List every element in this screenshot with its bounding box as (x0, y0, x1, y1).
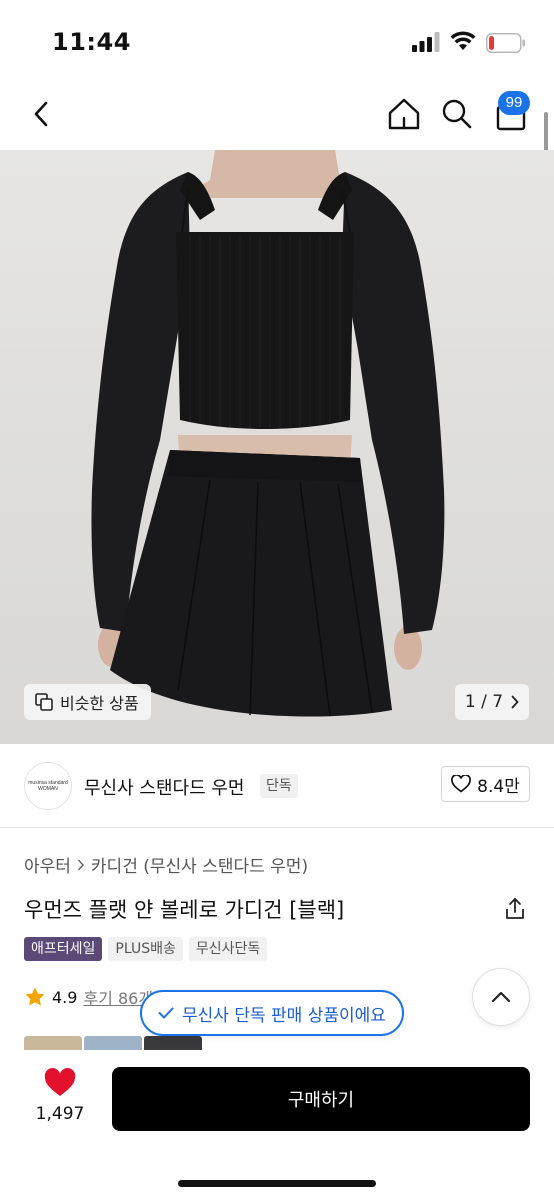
scroll-to-top-button[interactable] (472, 968, 530, 1026)
breadcrumb-item-outer[interactable]: 아우터 (24, 852, 71, 877)
breadcrumb-item-cardigan[interactable]: 카디건 (무신사 스탠다드 우먼) (91, 852, 308, 877)
chevron-left-icon[interactable] (26, 94, 60, 134)
search-icon[interactable] (438, 94, 476, 134)
chip-after-sale: 애프터세일 (24, 937, 103, 961)
cellular-signal-icon (412, 32, 440, 52)
rating-score: 4.9 (52, 987, 78, 1007)
breadcrumb: 아우터 카디건 (무신사 스탠다드 우먼) (24, 852, 308, 877)
checkmark-icon (158, 1007, 174, 1019)
brand-like-count: 8.4만 (477, 776, 520, 797)
exclusive-tag: 단독 (260, 774, 298, 798)
chevron-right-icon (511, 695, 519, 709)
chevron-up-icon (491, 991, 511, 1003)
review-thumbnail[interactable] (24, 1036, 82, 1050)
review-thumbnail[interactable] (84, 1036, 142, 1050)
similar-products-label: 비슷한 상품 (60, 694, 139, 713)
status-bar: 11:44 (0, 0, 554, 86)
review-thumbnail[interactable] (144, 1036, 202, 1050)
share-icon[interactable] (502, 896, 528, 922)
product-like-count: 1,497 (35, 1104, 85, 1124)
brand-name[interactable]: 무신사 스탠다드 우먼 (84, 774, 244, 800)
battery-low-icon (486, 33, 525, 53)
wifi-icon (450, 31, 476, 50)
brand-like-button[interactable]: 8.4만 (441, 766, 530, 802)
image-pager-button[interactable]: 1 / 7 (455, 684, 529, 720)
review-thumbnails (24, 1036, 202, 1050)
home-indicator (178, 1180, 376, 1187)
exclusive-toast-text: 무신사 단독 판매 상품이에요 (182, 1005, 386, 1026)
product-image-gallery[interactable]: 비슷한 상품 1 / 7 (0, 150, 554, 744)
product-title: 우먼즈 플랫 얀 볼레로 가디건 [블랙] (24, 898, 345, 922)
brand-row: musinsa standard WOMAN 무신사 스탠다드 우먼 단독 8.… (0, 744, 554, 828)
similar-products-button[interactable]: 비슷한 상품 (24, 684, 151, 720)
brand-logo[interactable]: musinsa standard WOMAN (24, 762, 72, 810)
image-pager-label: 1 / 7 (464, 692, 504, 712)
product-photo (91, 150, 445, 717)
exclusive-toast: 무신사 단독 판매 상품이에요 (140, 990, 404, 1036)
rating-row: 4.9 후기 86개 (24, 985, 153, 1009)
heart-filled-icon[interactable] (44, 1068, 76, 1098)
status-time: 11:44 (52, 28, 131, 56)
star-icon (25, 987, 45, 1006)
buy-button[interactable]: 구매하기 (112, 1067, 530, 1131)
chevron-right-icon (77, 858, 84, 871)
heart-outline-icon (451, 775, 472, 793)
chip-plus-delivery: PLUS배송 (108, 937, 183, 961)
chip-exclusive: 무신사단독 (188, 937, 268, 961)
product-chips: 애프터세일 PLUS배송 무신사단독 (24, 937, 268, 961)
copy-icon (35, 693, 53, 711)
cart-count-badge: 99 (498, 91, 530, 115)
bottom-purchase-bar: 1,497 구매하기 (0, 1050, 554, 1200)
top-nav-bar: 99 (0, 86, 554, 150)
home-icon[interactable] (385, 94, 423, 134)
